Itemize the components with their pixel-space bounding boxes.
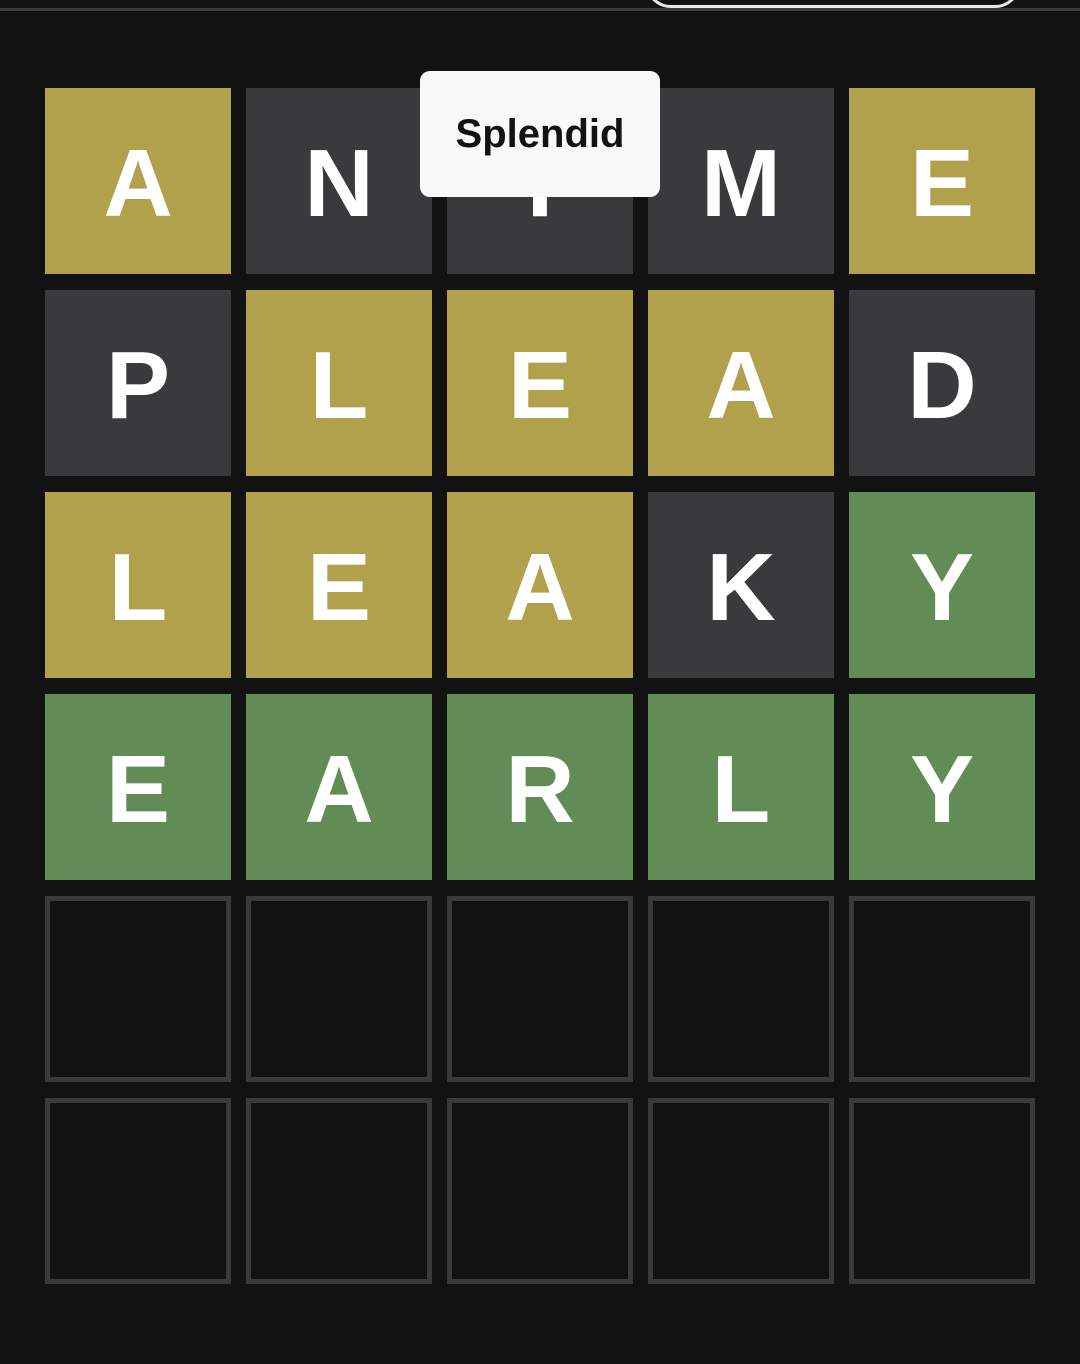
tile-row-3-col-2: E xyxy=(246,492,432,678)
game-screen: ANTMEPLEADLEAKYEARLY Splendid xyxy=(0,0,1080,1364)
header-button-outline[interactable] xyxy=(645,0,1021,8)
tile-row-6-col-2 xyxy=(246,1098,432,1284)
tile-row-5-col-2 xyxy=(246,896,432,1082)
tile-row-2-col-4: A xyxy=(648,290,834,476)
tile-row-3-col-4: K xyxy=(648,492,834,678)
tile-row-5-col-4 xyxy=(648,896,834,1082)
tile-row-4-col-3: R xyxy=(447,694,633,880)
tile-row-3-col-3: A xyxy=(447,492,633,678)
tile-row-5-col-3 xyxy=(447,896,633,1082)
tile-row-1-col-4: M xyxy=(648,88,834,274)
tile-row-6-col-4 xyxy=(648,1098,834,1284)
tile-row-4-col-1: E xyxy=(45,694,231,880)
tile-row-6-col-3 xyxy=(447,1098,633,1284)
tile-row-4-col-4: L xyxy=(648,694,834,880)
tile-row-6-col-5 xyxy=(849,1098,1035,1284)
tile-row-2-col-1: P xyxy=(45,290,231,476)
tile-row-5-col-5 xyxy=(849,896,1035,1082)
tile-row-6-col-1 xyxy=(45,1098,231,1284)
tile-row-2-col-2: L xyxy=(246,290,432,476)
toast-message: Splendid xyxy=(420,71,660,197)
tile-row-4-col-5: Y xyxy=(849,694,1035,880)
tile-row-1-col-2: N xyxy=(246,88,432,274)
tile-row-3-col-5: Y xyxy=(849,492,1035,678)
header-divider xyxy=(0,8,1080,11)
tile-row-5-col-1 xyxy=(45,896,231,1082)
tile-row-1-col-1: A xyxy=(45,88,231,274)
tile-row-4-col-2: A xyxy=(246,694,432,880)
tile-row-1-col-5: E xyxy=(849,88,1035,274)
tile-row-2-col-3: E xyxy=(447,290,633,476)
tile-row-2-col-5: D xyxy=(849,290,1035,476)
tile-row-3-col-1: L xyxy=(45,492,231,678)
game-board: ANTMEPLEADLEAKYEARLY xyxy=(45,88,1035,1284)
